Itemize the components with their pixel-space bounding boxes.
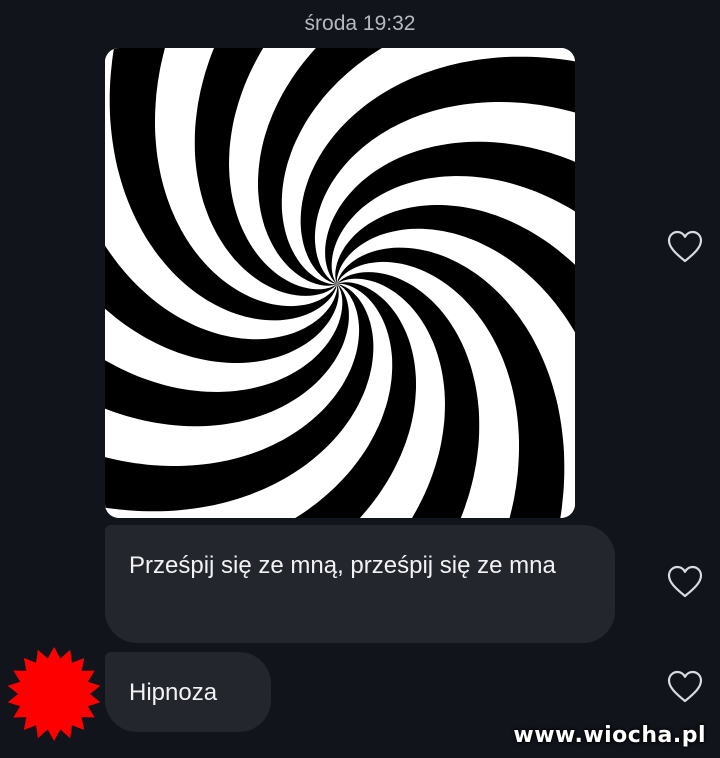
- red-starburst-avatar: [7, 647, 101, 741]
- message-text: Hipnoza: [129, 679, 218, 706]
- like-heart-icon[interactable]: [667, 565, 703, 599]
- message-bubble[interactable]: Prześpij się ze mną, prześpij się ze mna: [105, 525, 615, 643]
- like-heart-icon[interactable]: [667, 230, 703, 264]
- hypnotic-spiral-image: [105, 48, 575, 518]
- message-text: Prześpij się ze mną, prześpij się ze mna: [129, 552, 556, 579]
- chat-thread: środa 19:32 Prześpij się ze mną, prześpi…: [0, 0, 720, 758]
- message-bubble[interactable]: Hipnoza: [105, 652, 271, 732]
- watermark: www.wiocha.pl: [513, 723, 706, 748]
- like-heart-icon[interactable]: [667, 670, 703, 704]
- sender-avatar[interactable]: [5, 645, 103, 743]
- message-timestamp: środa 19:32: [304, 12, 416, 35]
- image-message[interactable]: [105, 48, 575, 518]
